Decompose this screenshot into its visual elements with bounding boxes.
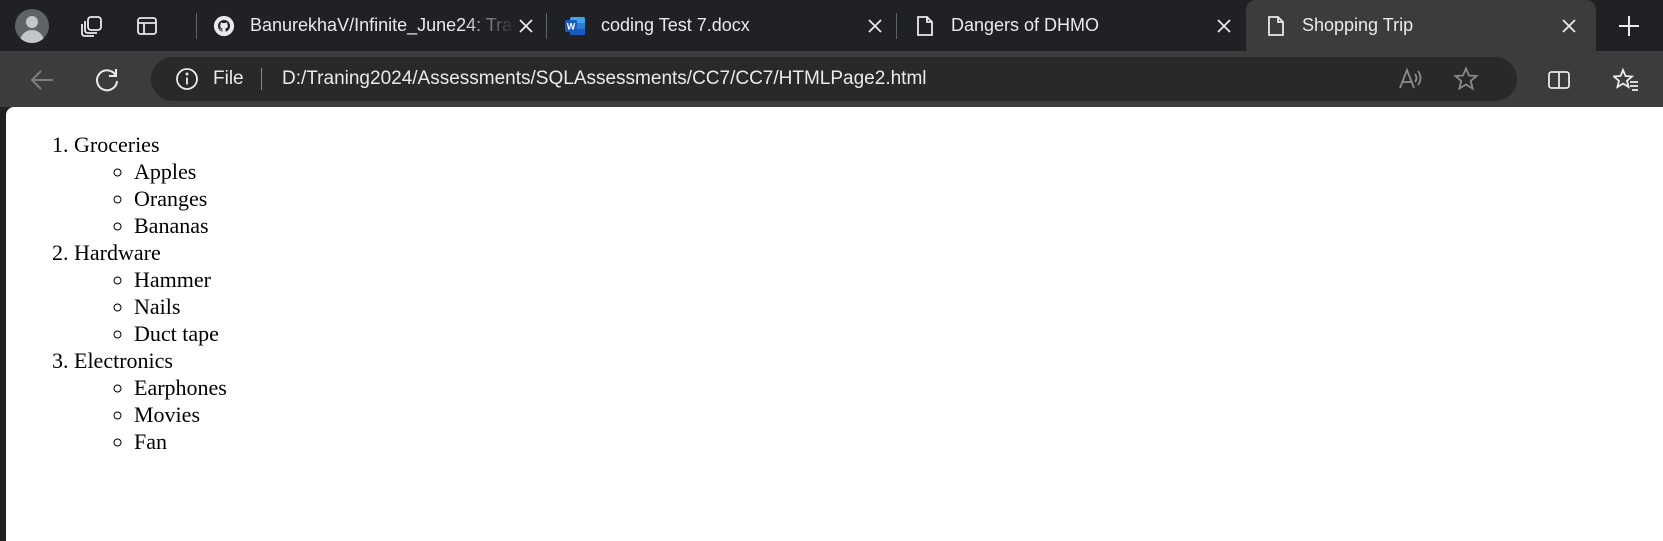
refresh-button[interactable]: [90, 63, 124, 97]
vertical-tabs-icon[interactable]: [131, 10, 163, 42]
back-button[interactable]: [25, 63, 59, 97]
close-icon[interactable]: [1213, 15, 1235, 37]
tab-word-doc[interactable]: W coding Test 7.docx: [563, 0, 886, 51]
category-label: Electronics: [74, 348, 173, 373]
tab-title: BanurekhaV/Infinite_June24: Tra: [250, 15, 513, 35]
tab-title: coding Test 7.docx: [601, 15, 750, 35]
split-screen-icon[interactable]: [1542, 63, 1576, 97]
favorites-icon[interactable]: [1609, 63, 1643, 97]
tab-separator: [896, 13, 897, 39]
tab-title: Shopping Trip: [1302, 15, 1414, 35]
tab-dangers-of-dhmo[interactable]: Dangers of DHMO: [913, 0, 1235, 51]
list-item: Earphones: [134, 374, 227, 401]
page-icon: [913, 14, 937, 38]
favorite-star-icon[interactable]: [1453, 66, 1479, 92]
divider: [261, 68, 262, 90]
tab-separator: [546, 13, 547, 39]
list-item: Bananas: [134, 212, 227, 239]
tab-title: Dangers of DHMO: [951, 15, 1100, 35]
category-item: Groceries Apples Oranges Bananas: [74, 131, 227, 239]
list-item: Duct tape: [134, 320, 227, 347]
workspaces-icon[interactable]: [76, 10, 108, 42]
address-bar[interactable]: File D:/Traning2024/Assessments/SQLAsses…: [151, 57, 1517, 101]
info-icon[interactable]: [175, 67, 199, 91]
list-item: Oranges: [134, 185, 227, 212]
url-scheme: File: [213, 68, 244, 89]
page-icon: [1264, 14, 1288, 38]
item-list: Hammer Nails Duct tape: [74, 266, 227, 347]
close-icon[interactable]: [864, 15, 886, 37]
list-item: Nails: [134, 293, 227, 320]
category-label: Groceries: [74, 132, 160, 157]
url-text[interactable]: D:/Traning2024/Assessments/SQLAssessment…: [282, 68, 927, 90]
svg-text:W: W: [567, 21, 576, 31]
new-tab-button[interactable]: [1613, 10, 1645, 42]
tab-strip: BanurekhaV/Infinite_June24: Tra W coding…: [0, 0, 1663, 51]
tab-separator: [196, 13, 197, 39]
close-icon[interactable]: [515, 15, 537, 37]
read-aloud-icon[interactable]: [1397, 66, 1423, 92]
list-item: Fan: [134, 428, 227, 455]
tab-shopping-trip[interactable]: Shopping Trip: [1246, 0, 1596, 51]
item-list: Earphones Movies Fan: [74, 374, 227, 455]
github-icon: [212, 14, 236, 38]
page-content: Groceries Apples Oranges Bananas Hardwar…: [6, 107, 227, 455]
item-list: Apples Oranges Bananas: [74, 158, 227, 239]
list-item: Apples: [134, 158, 227, 185]
category-label: Hardware: [74, 240, 161, 265]
tab-github[interactable]: BanurekhaV/Infinite_June24: Tra: [212, 0, 537, 51]
list-item: Hammer: [134, 266, 227, 293]
list-item: Movies: [134, 401, 227, 428]
shopping-categories-list: Groceries Apples Oranges Bananas Hardwar…: [6, 131, 227, 455]
close-icon[interactable]: [1558, 15, 1580, 37]
profile-avatar[interactable]: [15, 9, 49, 43]
category-item: Hardware Hammer Nails Duct tape: [74, 239, 227, 347]
page-viewport: Groceries Apples Oranges Bananas Hardwar…: [6, 107, 1663, 541]
word-icon: W: [563, 14, 587, 38]
browser-toolbar: File D:/Traning2024/Assessments/SQLAsses…: [0, 51, 1663, 107]
category-item: Electronics Earphones Movies Fan: [74, 347, 227, 455]
